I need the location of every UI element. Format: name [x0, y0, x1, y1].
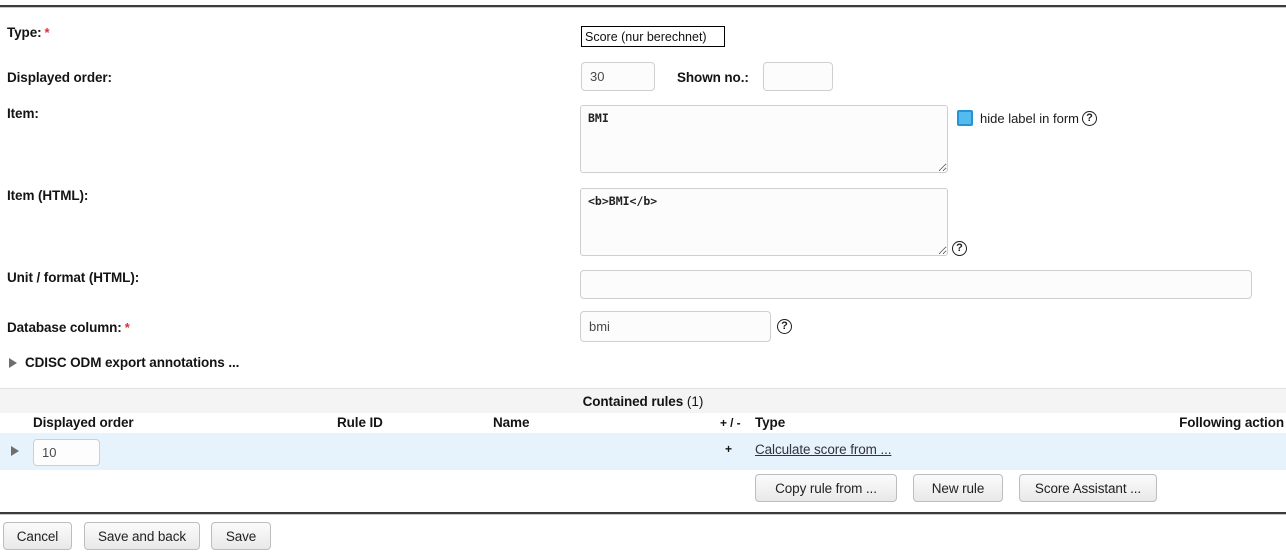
cdisc-odm-label: CDISC ODM export annotations ... [25, 355, 240, 370]
item-textarea[interactable]: BMI [580, 105, 948, 173]
unit-format-label: Unit / format (HTML): [7, 270, 140, 285]
database-column-label-text: Database column: [7, 320, 122, 335]
help-icon[interactable]: ? [1082, 111, 1097, 126]
row-displayed-order-input[interactable] [33, 439, 100, 466]
row-plus-marker: + [725, 442, 733, 456]
shown-no-input[interactable] [763, 62, 833, 91]
column-header-following-action: Following action [1179, 415, 1284, 430]
save-and-back-button[interactable]: Save and back [84, 522, 200, 550]
contained-rules-band: Contained rules (1) [0, 388, 1286, 413]
cdisc-odm-disclosure[interactable]: CDISC ODM export annotations ... [9, 355, 239, 370]
table-row: + Calculate score from ... [0, 433, 1286, 470]
type-label: Type: * [7, 25, 50, 40]
hide-label-checkbox-wrap[interactable]: hide label in form [957, 110, 1079, 126]
column-header-plus-minus: + / - [720, 416, 741, 430]
triangle-right-icon[interactable] [9, 357, 17, 368]
help-icon[interactable]: ? [952, 241, 967, 256]
rule-type-link[interactable]: Calculate score from ... [755, 439, 892, 461]
contained-rules-title-text: Contained rules [582, 394, 684, 409]
triangle-right-icon[interactable] [11, 446, 19, 456]
form-page: Type: * Score (nur berechnet) Displayed o… [0, 0, 1286, 558]
cancel-button[interactable]: Cancel [3, 522, 72, 550]
required-asterisk: * [124, 320, 130, 335]
hide-label-checkbox[interactable] [957, 110, 973, 126]
bottom-divider [0, 512, 1286, 515]
contained-rules-title: Contained rules (1) [0, 389, 1286, 414]
shown-no-label: Shown no.: [677, 70, 749, 85]
score-assistant-button[interactable]: Score Assistant ... [1019, 474, 1157, 502]
top-divider [0, 5, 1286, 8]
type-select[interactable]: Score (nur berechnet) [581, 26, 725, 47]
column-header-rule-id: Rule ID [337, 415, 383, 430]
help-icon[interactable]: ? [777, 319, 792, 334]
database-column-label: Database column: * [7, 320, 130, 335]
unit-format-input[interactable] [580, 270, 1252, 299]
column-header-type: Type [755, 415, 786, 430]
database-column-input[interactable] [580, 311, 771, 342]
item-html-textarea[interactable]: <b>BMI</b> [580, 188, 948, 256]
save-button[interactable]: Save [211, 522, 271, 550]
new-rule-button[interactable]: New rule [913, 474, 1003, 502]
rules-table-header: Displayed order Rule ID Name + / - Type … [0, 413, 1286, 433]
copy-rule-from-button[interactable]: Copy rule from ... [755, 474, 897, 502]
hide-label-checkbox-label: hide label in form [980, 110, 1079, 126]
item-label: Item: [7, 106, 39, 121]
required-asterisk: * [44, 25, 50, 40]
displayed-order-input[interactable] [581, 62, 655, 91]
type-label-text: Type: [7, 25, 42, 40]
item-html-label: Item (HTML): [7, 188, 89, 203]
column-header-displayed-order: Displayed order [33, 415, 134, 430]
column-header-name: Name [493, 415, 530, 430]
contained-rules-count: (1) [686, 394, 704, 409]
displayed-order-label: Displayed order: [7, 70, 112, 85]
